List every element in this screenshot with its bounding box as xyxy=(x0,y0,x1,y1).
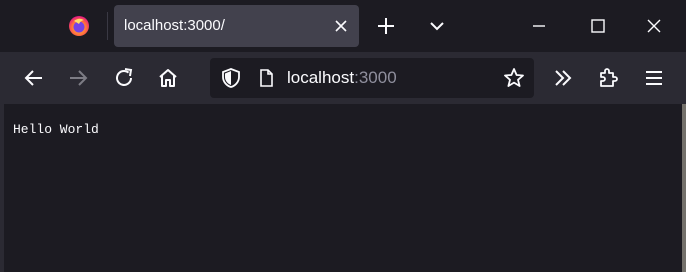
firefox-logo-icon[interactable] xyxy=(68,15,90,37)
tab-bar: localhost:3000/ xyxy=(0,0,686,52)
star-icon[interactable] xyxy=(502,66,526,90)
shield-icon[interactable] xyxy=(220,67,242,89)
tab-title: localhost:3000/ xyxy=(124,17,225,34)
url-host: localhost xyxy=(287,68,355,87)
plus-icon[interactable] xyxy=(375,15,397,37)
page-icon[interactable] xyxy=(256,68,276,88)
chevron-down-icon[interactable] xyxy=(426,15,448,37)
url-port: :3000 xyxy=(354,68,397,87)
arrow-left-icon[interactable] xyxy=(22,66,46,90)
url-text[interactable]: localhost:3000 xyxy=(287,68,397,88)
tab-separator xyxy=(107,12,108,40)
nav-toolbar: localhost:3000 xyxy=(0,52,686,104)
double-chevron-right-icon[interactable] xyxy=(551,66,575,90)
close-icon[interactable] xyxy=(331,16,351,36)
reload-icon[interactable] xyxy=(112,66,136,90)
content-left-edge xyxy=(0,104,4,272)
tab-active[interactable]: localhost:3000/ xyxy=(114,5,359,47)
maximize-icon[interactable] xyxy=(587,15,609,37)
content-right-edge xyxy=(682,104,686,272)
close-window-icon[interactable] xyxy=(643,15,665,37)
hamburger-menu-icon[interactable] xyxy=(642,66,666,90)
arrow-right-icon[interactable] xyxy=(66,66,90,90)
page-body-text: Hello World xyxy=(13,122,99,137)
page-content: Hello World xyxy=(0,104,686,272)
home-icon[interactable] xyxy=(156,66,180,90)
address-bar[interactable]: localhost:3000 xyxy=(210,58,534,98)
puzzle-icon[interactable] xyxy=(596,66,620,90)
minimize-icon[interactable] xyxy=(528,15,550,37)
